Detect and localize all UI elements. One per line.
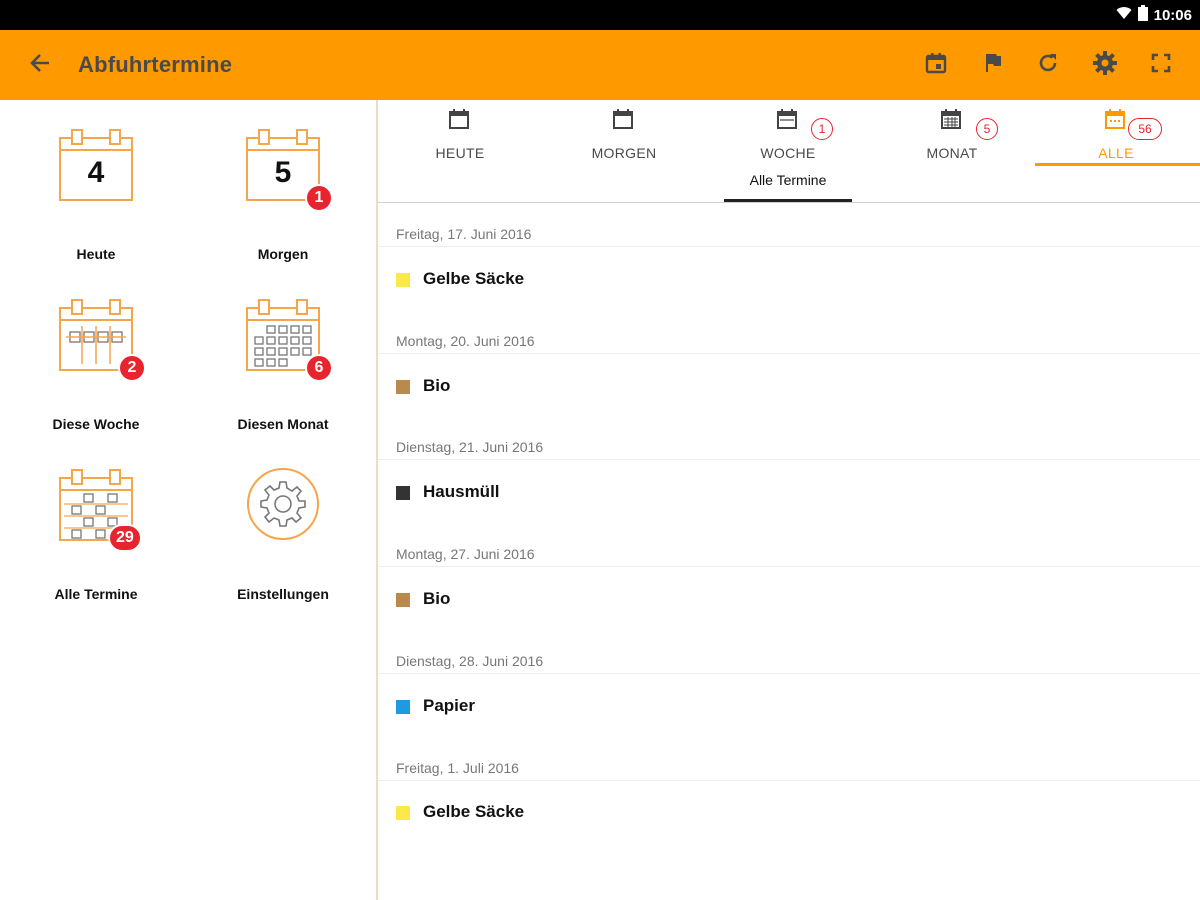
schedule-entry[interactable]: Bio xyxy=(378,571,1200,631)
date-header: Dienstag, 28. Juni 2016 xyxy=(396,653,544,669)
date-header: Dienstag, 21. Juni 2016 xyxy=(396,439,544,455)
tab-badge: 56 xyxy=(1128,118,1162,140)
back-button[interactable] xyxy=(22,47,58,83)
schedule-entry[interactable]: Hausmüll xyxy=(378,464,1200,524)
calendar-week-icon xyxy=(776,108,798,130)
tile-label: Einstellungen xyxy=(237,586,329,602)
dashboard-panel: 4 Heute 5 1 Morgen 2 Diese Woche 6 Diese… xyxy=(0,100,376,900)
tab-label: HEUTE xyxy=(435,145,485,161)
entry-label: Papier xyxy=(423,696,475,715)
tile-badge: 29 xyxy=(108,524,142,552)
tab-monat[interactable]: 5 MONAT xyxy=(870,100,1034,168)
tile-label: Heute xyxy=(76,246,116,262)
flag-icon xyxy=(981,51,1005,80)
settings-button[interactable] xyxy=(1090,50,1120,80)
tab-label: MONAT xyxy=(926,145,978,161)
schedule-entry[interactable]: Gelbe Säcke xyxy=(378,251,1200,311)
schedule-list: Freitag, 17. Juni 2016 Gelbe Säcke Monta… xyxy=(378,203,1200,900)
status-time: 10:06 xyxy=(1153,6,1192,24)
date-header: Freitag, 17. Juni 2016 xyxy=(396,226,532,242)
tile-label: Morgen xyxy=(257,246,309,262)
fullscreen-icon xyxy=(1150,52,1172,79)
app-root: 10:06 Abfuhrtermine 4 Heute 5 1 Morgen 2… xyxy=(0,0,1200,900)
refresh-button[interactable] xyxy=(1033,50,1063,80)
settings-icon xyxy=(1092,50,1118,81)
tab-label: MORGEN xyxy=(591,145,657,161)
today-button[interactable] xyxy=(921,50,951,80)
calendar-icon xyxy=(448,108,470,130)
divider xyxy=(378,459,1200,460)
color-swatch xyxy=(396,700,410,714)
tab-badge: 1 xyxy=(811,118,833,140)
tab-label: WOCHE xyxy=(760,145,816,161)
schedule-entry[interactable]: Papier xyxy=(378,678,1200,738)
page-title: Abfuhrtermine xyxy=(78,52,233,77)
calendar-icon xyxy=(612,108,634,130)
tile-settings[interactable]: Einstellungen xyxy=(203,466,363,606)
color-swatch xyxy=(396,593,410,607)
calendar-icon xyxy=(1104,108,1126,130)
entry-label: Hausmüll xyxy=(423,482,500,501)
color-swatch xyxy=(396,273,410,287)
tab-woche[interactable]: 1 WOCHE xyxy=(706,100,870,168)
calendar-day-icon: 4 xyxy=(56,126,136,206)
tile-all-dates[interactable]: 29 Alle Termine xyxy=(16,466,176,606)
calendar-today-icon xyxy=(924,51,948,80)
tab-badge: 5 xyxy=(976,118,998,140)
tile-label: Alle Termine xyxy=(54,586,138,602)
color-swatch xyxy=(396,486,410,500)
tab-heute[interactable]: HEUTE xyxy=(378,100,542,168)
settings-gear-icon xyxy=(243,466,323,546)
tile-badge: 6 xyxy=(305,354,333,382)
schedule-entry[interactable]: Bio xyxy=(378,358,1200,418)
fullscreen-button[interactable] xyxy=(1146,50,1176,80)
wifi-icon xyxy=(1116,6,1132,24)
divider xyxy=(378,246,1200,247)
divider xyxy=(378,566,1200,567)
tile-day-number: 4 xyxy=(87,156,105,189)
status-bar: 10:06 xyxy=(0,0,1200,30)
flag-button[interactable] xyxy=(978,50,1008,80)
app-bar: Abfuhrtermine xyxy=(0,30,1200,100)
calendar-month-icon xyxy=(940,108,962,130)
tile-label: Diesen Monat xyxy=(237,416,329,432)
battery-icon xyxy=(1137,5,1148,25)
filter-tabs: HEUTE MORGEN 1 WOCHE 5 MONAT 56 ALLE xyxy=(378,100,1200,168)
entry-label: Gelbe Säcke xyxy=(423,802,525,821)
tile-label: Diese Woche xyxy=(52,416,140,432)
tile-this-week[interactable]: 2 Diese Woche xyxy=(16,296,176,436)
tile-tomorrow[interactable]: 5 1 Morgen xyxy=(203,126,363,266)
entry-label: Bio xyxy=(423,589,451,608)
subtab-all-dates[interactable]: Alle Termine xyxy=(724,172,852,202)
divider xyxy=(378,780,1200,781)
entry-label: Bio xyxy=(423,376,451,395)
divider xyxy=(378,673,1200,674)
status-icons: 10:06 xyxy=(1116,0,1192,30)
tab-alle[interactable]: 56 ALLE xyxy=(1034,100,1198,168)
tile-badge: 2 xyxy=(118,354,146,382)
tile-badge: 1 xyxy=(305,184,333,212)
divider xyxy=(378,353,1200,354)
tab-label: ALLE xyxy=(1098,145,1134,161)
date-header: Montag, 27. Juni 2016 xyxy=(396,546,535,562)
color-swatch xyxy=(396,806,410,820)
refresh-icon xyxy=(1036,51,1060,80)
tile-today[interactable]: 4 Heute xyxy=(16,126,176,266)
tile-this-month[interactable]: 6 Diesen Monat xyxy=(203,296,363,436)
entry-label: Gelbe Säcke xyxy=(423,269,525,288)
date-header: Freitag, 1. Juli 2016 xyxy=(396,760,519,776)
active-tab-indicator xyxy=(1035,163,1200,166)
date-header: Montag, 20. Juni 2016 xyxy=(396,333,535,349)
tab-morgen[interactable]: MORGEN xyxy=(542,100,706,168)
schedule-entry[interactable]: Gelbe Säcke xyxy=(378,784,1200,844)
arrow-back-icon xyxy=(29,52,51,79)
color-swatch xyxy=(396,380,410,394)
